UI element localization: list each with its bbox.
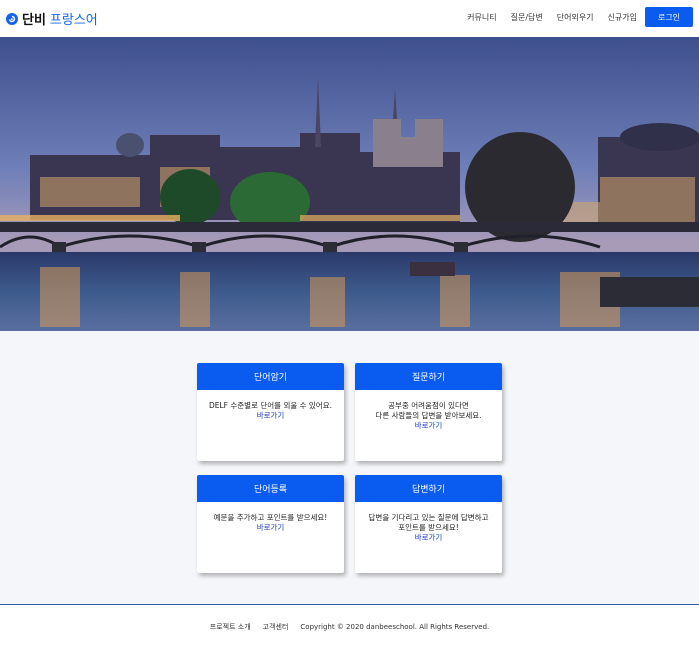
card-title-word-register[interactable]: 단어등록 <box>197 475 344 502</box>
card-shortcut-link[interactable]: 바로가기 <box>197 523 344 533</box>
card-title-ask-question[interactable]: 질문하기 <box>355 363 502 390</box>
card-body: 답변을 기다리고 있는 질문에 답변하고 포인트를 받으세요! 바로가기 <box>355 502 502 543</box>
main-section: 단어암기 DELF 수준별로 단어를 외울 수 있어요. 바로가기 질문하기 공… <box>0 331 699 604</box>
card-shortcut-link[interactable]: 바로가기 <box>355 421 502 431</box>
card-word-memorize: 단어암기 DELF 수준별로 단어를 외울 수 있어요. 바로가기 <box>197 363 344 461</box>
card-desc-line: 공부중 어려움점이 있다면 <box>388 401 469 410</box>
card-answer: 답변하기 답변을 기다리고 있는 질문에 답변하고 포인트를 받으세요! 바로가… <box>355 475 502 573</box>
footer-copyright: Copyright © 2020 danbeeschool. All Right… <box>300 623 490 631</box>
card-title-word-memorize[interactable]: 단어암기 <box>197 363 344 390</box>
card-shortcut-link[interactable]: 바로가기 <box>197 411 344 421</box>
logo[interactable]: 단비 프랑스어 <box>6 9 98 28</box>
card-body: 공부중 어려움점이 있다면 다른 사람들의 답변을 받아보세요. 바로가기 <box>355 390 502 431</box>
card-desc-line: 다른 사람들의 답변을 받아보세요. <box>375 411 482 420</box>
footer-project-intro-link[interactable]: 프로젝트 소개 <box>210 622 251 632</box>
card-body: DELF 수준별로 단어를 외울 수 있어요. 바로가기 <box>197 390 344 421</box>
nav-qna[interactable]: 질문/답변 <box>511 12 543 23</box>
card-desc-line: 예문을 추가하고 포인트를 받으세요! <box>213 513 328 522</box>
logo-text-primary: 단비 <box>22 13 46 28</box>
site-header: 단비 프랑스어 커뮤니티 질문/답변 단어외우기 신규가입 로그인 <box>0 0 699 37</box>
logo-icon <box>6 12 18 25</box>
site-footer: 프로젝트 소개 고객센터 Copyright © 2020 danbeescho… <box>0 605 699 649</box>
nav-signup[interactable]: 신규가입 <box>608 12 637 23</box>
footer-support-link[interactable]: 고객센터 <box>263 622 289 632</box>
card-desc-line: DELF 수준별로 단어를 외울 수 있어요. <box>208 401 332 410</box>
login-button[interactable]: 로그인 <box>645 7 693 27</box>
card-word-register: 단어등록 예문을 추가하고 포인트를 받으세요! 바로가기 <box>197 475 344 573</box>
card-desc-line: 포인트를 받으세요! <box>398 523 459 532</box>
hero-image <box>0 37 699 331</box>
logo-text-secondary: 프랑스어 <box>49 13 98 28</box>
nav-word-memorize[interactable]: 단어외우기 <box>557 12 594 23</box>
nav-community[interactable]: 커뮤니티 <box>467 12 496 23</box>
card-shortcut-link[interactable]: 바로가기 <box>355 533 502 543</box>
card-body: 예문을 추가하고 포인트를 받으세요! 바로가기 <box>197 502 344 533</box>
card-ask-question: 질문하기 공부중 어려움점이 있다면 다른 사람들의 답변을 받아보세요. 바로… <box>355 363 502 461</box>
card-desc-line: 답변을 기다리고 있는 질문에 답변하고 <box>368 513 489 522</box>
card-title-answer[interactable]: 답변하기 <box>355 475 502 502</box>
top-nav: 커뮤니티 질문/답변 단어외우기 신규가입 로그인 <box>453 7 693 27</box>
